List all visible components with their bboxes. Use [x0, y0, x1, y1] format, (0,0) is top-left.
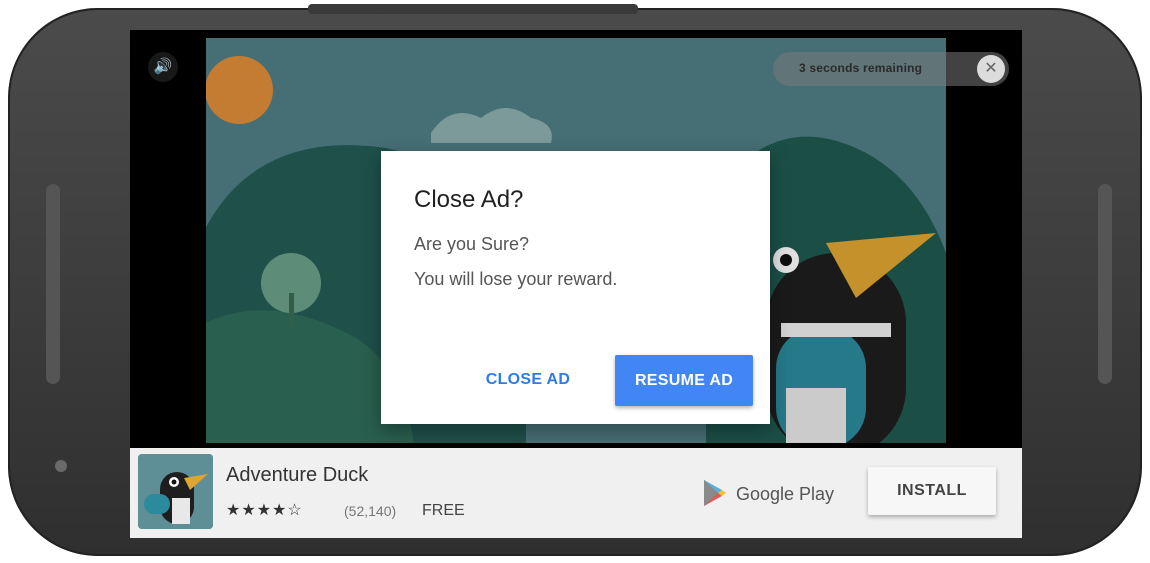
close-ad-x-button[interactable]: ✕ — [977, 55, 1005, 83]
app-icon[interactable] — [138, 454, 213, 529]
install-button[interactable]: INSTALL — [868, 467, 996, 515]
dialog-title: Close Ad? — [414, 186, 524, 213]
phone-top-edge — [308, 4, 638, 14]
duck-app-icon — [138, 454, 213, 529]
dialog-warning: You will lose your reward. — [414, 269, 618, 289]
resume-ad-button[interactable]: RESUME AD — [615, 355, 753, 406]
speaker-icon: 🔊 — [153, 58, 173, 75]
close-icon: ✕ — [984, 60, 998, 77]
app-install-bar: Adventure Duck ★★★★☆ (52,140) FREE Googl… — [130, 448, 1022, 538]
phone-screen: 🔊 3 seconds remaining ✕ Close Ad? Are yo… — [130, 30, 1022, 538]
rating-count: (52,140) — [344, 503, 397, 519]
phone-camera — [55, 460, 67, 472]
close-ad-dialog: Close Ad? Are you Sure? You will lose yo… — [381, 151, 770, 424]
close-ad-button[interactable]: CLOSE AD — [473, 356, 583, 404]
dialog-question: Are you Sure? — [414, 234, 530, 254]
rating-stars: ★★★★☆ — [226, 502, 303, 519]
sound-toggle-button[interactable]: 🔊 — [148, 52, 178, 82]
countdown-pill: 3 seconds remaining ✕ — [773, 52, 1009, 86]
google-play-link[interactable]: Google Play — [700, 478, 834, 508]
app-name: Adventure Duck — [226, 464, 369, 486]
app-price: FREE — [422, 502, 465, 519]
countdown-text: 3 seconds remaining — [799, 61, 923, 75]
google-play-icon — [704, 480, 726, 506]
google-play-label: Google Play — [736, 484, 835, 504]
phone-right-button — [1098, 184, 1112, 384]
phone-left-button — [46, 184, 60, 384]
